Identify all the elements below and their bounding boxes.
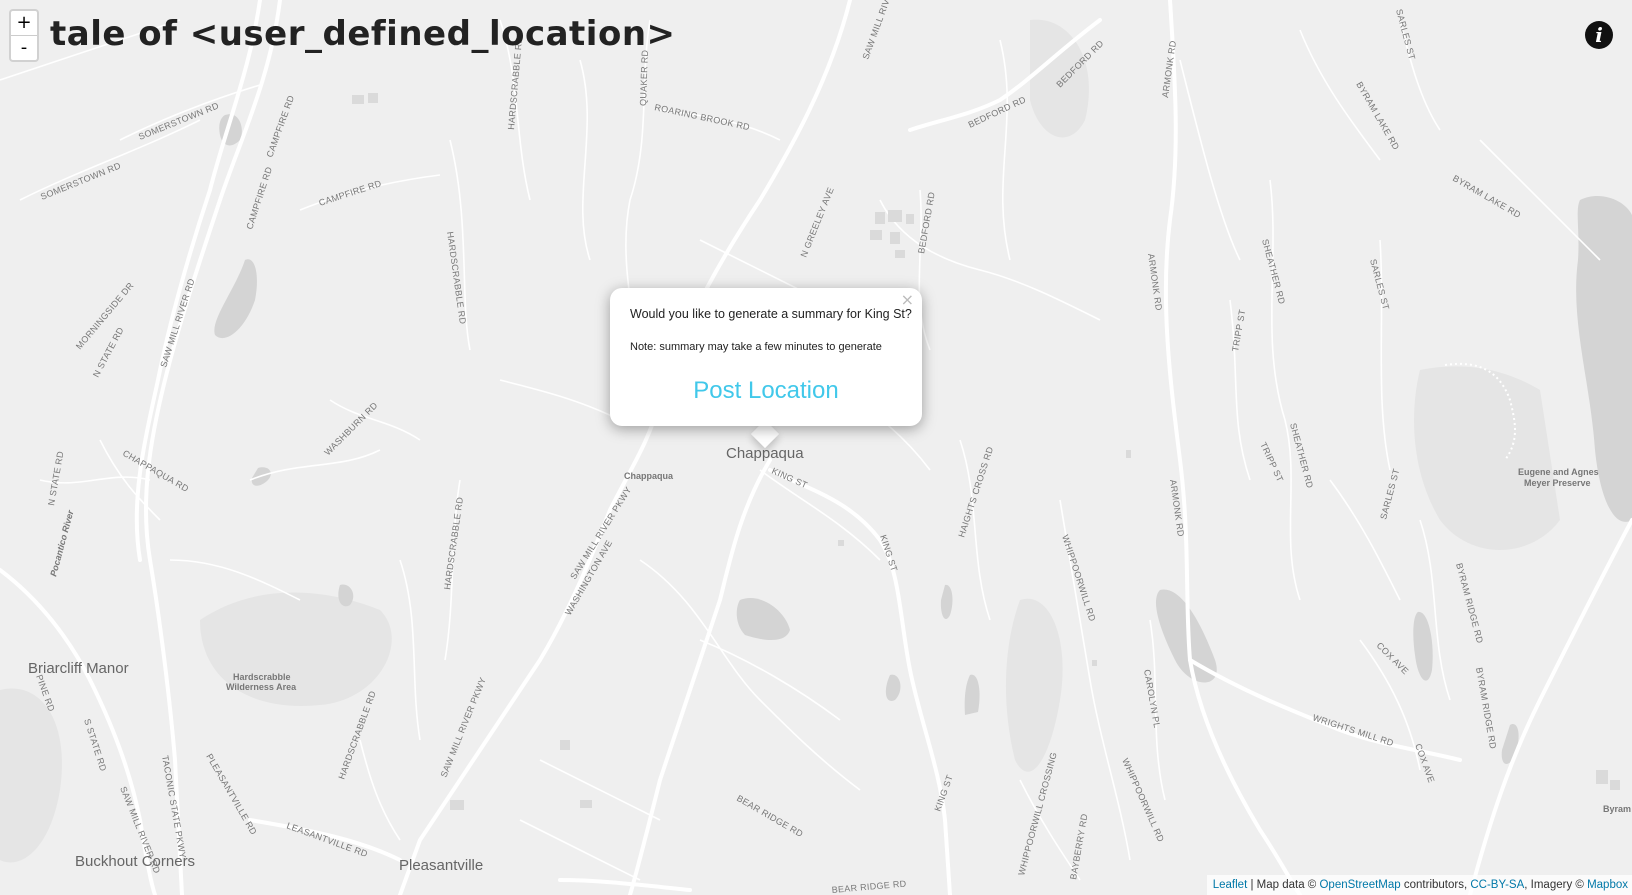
attribution-text: contributors, xyxy=(1403,879,1468,891)
place-label-byram: Byram xyxy=(1603,804,1631,814)
place-label-chappaqua-station: Chappaqua xyxy=(624,471,674,481)
zoom-out-button[interactable]: - xyxy=(11,35,37,60)
popup-question: Would you like to generate a summary for… xyxy=(630,307,912,321)
map-attribution: Leaflet | Map data © OpenStreetMap contr… xyxy=(1206,875,1632,895)
cc-by-sa-link[interactable]: CC-BY-SA xyxy=(1470,879,1524,891)
road-label: QUAKER RD xyxy=(638,49,650,106)
popup-note: Note: summary may take a few minutes to … xyxy=(630,341,882,353)
location-popup: × Would you like to generate a summary f… xyxy=(610,288,922,426)
place-label-buckhout-corners: Buckhout Corners xyxy=(75,853,195,870)
place-label-pleasantville: Pleasantville xyxy=(399,857,483,874)
openstreetmap-link[interactable]: OpenStreetMap xyxy=(1319,879,1400,891)
park-label-hardscrabble-2: Wilderness Area xyxy=(226,682,297,692)
park-label-meyer-1: Eugene and Agnes xyxy=(1518,467,1599,477)
page-title: tale of <user_defined_location> xyxy=(50,14,676,54)
zoom-in-button[interactable]: + xyxy=(11,11,37,35)
park-label-meyer-2: Meyer Preserve xyxy=(1524,478,1591,488)
zoom-control: + - xyxy=(9,9,39,62)
mapbox-link[interactable]: Mapbox xyxy=(1587,879,1628,891)
map-canvas[interactable]: Chappaqua Chappaqua Briarcliff Manor Ple… xyxy=(0,0,1632,895)
attribution-text: | Map data © xyxy=(1250,879,1317,891)
leaflet-link[interactable]: Leaflet xyxy=(1213,879,1248,891)
info-icon[interactable]: i xyxy=(1585,21,1613,49)
attribution-text: , Imagery © xyxy=(1524,879,1584,891)
park-label-hardscrabble-1: Hardscrabble xyxy=(233,672,291,682)
post-location-button[interactable]: Post Location xyxy=(610,377,922,405)
